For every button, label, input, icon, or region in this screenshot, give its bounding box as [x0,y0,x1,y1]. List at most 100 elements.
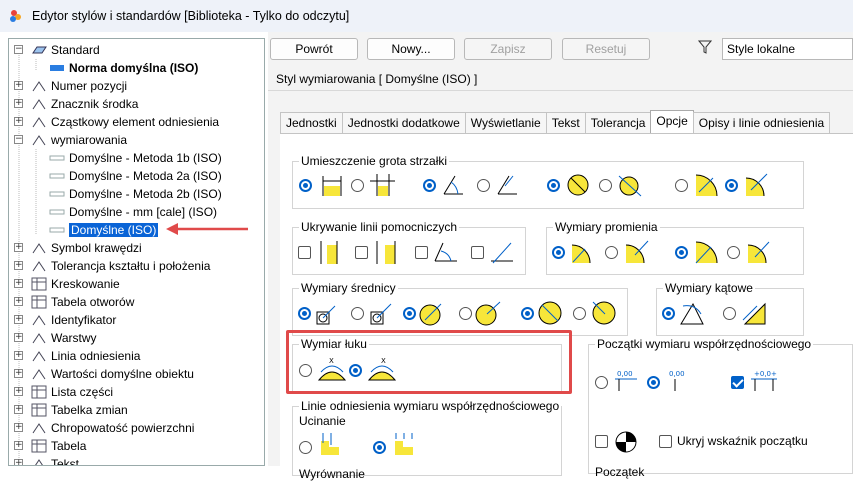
expand-icon[interactable]: + [14,441,23,450]
tab-tolerance[interactable]: Tolerancja [584,112,652,133]
trim-2-radio[interactable] [373,441,386,454]
style-filter-select[interactable]: Style lokalne [722,38,853,60]
tree-item[interactable]: Norma domyślna (ISO) [49,59,198,77]
trim-1-radio[interactable] [299,441,312,454]
tree-item-label: Norma domyślna (ISO) [69,61,199,75]
expand-icon[interactable]: + [14,315,23,324]
diameter-1-radio[interactable] [298,307,311,320]
tree-item[interactable]: + Tabelka zmian [14,401,128,419]
tab-alternate-units[interactable]: Jednostki dodatkowe [341,112,466,133]
expand-icon[interactable]: + [14,99,23,108]
tree-item[interactable]: Domyślne - mm [cale] (ISO) [49,203,217,221]
expand-icon[interactable]: + [14,459,23,465]
new-button[interactable]: Nowy... [367,38,455,60]
style-title: Styl wymiarowania [ Domyślne (ISO) ] [276,72,478,86]
arrow-option-1-radio[interactable] [299,179,312,192]
style-tree[interactable]: − Standard Norma domyślna (ISO) + Numer pozy… [8,38,265,466]
table-icon [31,439,47,453]
ordinate-2-icon: 0,00 [669,370,685,391]
expand-icon[interactable]: + [14,117,23,126]
diameter-3-radio[interactable] [403,307,416,320]
tree-item[interactable]: + Cząstkowy element odniesienia [14,113,219,131]
radius-3-radio[interactable] [675,246,688,259]
identifier-icon [31,313,47,327]
tree-item[interactable]: Domyślne - Metoda 2a (ISO) [49,167,222,185]
radius-group: Wymiary promienia [546,220,804,275]
diameter-5-radio[interactable] [521,307,534,320]
tree-item[interactable]: + Chropowatość powierzchni [14,419,194,437]
expand-icon[interactable]: + [14,279,23,288]
tree-item[interactable]: + Tabela otworów [14,293,134,311]
save-button[interactable]: Zapisz [464,38,552,60]
tab-display[interactable]: Wyświetlanie [464,112,547,133]
tree-item[interactable]: + Identyfikator [14,311,116,329]
angular-2-radio[interactable] [723,307,736,320]
filter-icon[interactable] [698,40,712,54]
ordinate-2-radio[interactable] [647,376,660,389]
radius-1-radio[interactable] [552,246,565,259]
hide-ext-2-checkbox[interactable] [355,246,368,259]
tree-item[interactable]: + Tolerancja kształtu i położenia [14,257,211,275]
radius-2-radio[interactable] [605,246,618,259]
reset-button[interactable]: Resetuj [562,38,650,60]
arrow-option-8-radio[interactable] [725,179,738,192]
tree-item[interactable]: + Warstwy [14,329,97,347]
tree-item[interactable]: + Tabela [14,437,86,455]
back-button[interactable]: Powrót [270,38,358,60]
tab-options[interactable]: Opcje [650,110,694,133]
arrow-option-4-radio[interactable] [477,179,490,192]
expand-icon[interactable]: + [14,243,23,252]
tree-item[interactable]: + Wartości domyślne obiektu [14,365,194,383]
tree-item[interactable]: Domyślne - Metoda 2b (ISO) [49,185,222,203]
arrow-option-3-radio[interactable] [423,179,436,192]
expand-icon[interactable]: + [14,81,23,90]
hide-ext-4-checkbox[interactable] [471,246,484,259]
expand-icon[interactable]: + [14,261,23,270]
arrow-option-2-radio[interactable] [351,179,364,192]
expand-icon[interactable]: + [14,423,23,432]
diameter-4-radio[interactable] [459,307,472,320]
hide-origin-checkbox[interactable] [659,435,672,448]
collapse-icon[interactable]: − [14,135,23,144]
expand-icon[interactable]: + [14,405,23,414]
hide-origin-label: Ukryj wskaźnik początku [677,434,808,448]
dim-style-icon [49,205,65,219]
expand-icon[interactable]: + [14,387,23,396]
tree-item[interactable]: + Lista części [14,383,113,401]
collapse-icon[interactable]: − [14,45,23,54]
tree-item[interactable]: + Tekst [14,455,79,465]
ordinate-3-checkbox[interactable] [731,376,744,389]
expand-icon[interactable]: + [14,369,23,378]
tree-item[interactable]: + Znacznik środka [14,95,138,113]
tree-item[interactable]: + Linia odniesienia [14,347,140,365]
tree-item[interactable]: Domyślne - Metoda 1b (ISO) [49,149,222,167]
expand-icon[interactable]: + [14,297,23,306]
tab-text[interactable]: Tekst [545,112,586,133]
angular-1-radio[interactable] [662,307,675,320]
diameter-6-radio[interactable] [573,307,586,320]
expand-icon[interactable]: + [14,333,23,342]
hide-ext-3-checkbox[interactable] [415,246,428,259]
tree-item-label: Warstwy [51,331,97,345]
tab-units[interactable]: Jednostki [280,112,343,133]
tree-item[interactable]: + Numer pozycji [14,77,127,95]
tree-item-selected[interactable]: Domyślne (ISO) [49,221,159,239]
arrow-option-7-radio[interactable] [675,179,688,192]
hide-ext-1-checkbox[interactable] [298,246,311,259]
origin-checkbox[interactable] [595,435,608,448]
tab-notes-leaders[interactable]: Opisy i linie odniesienia [692,112,831,133]
expand-icon[interactable]: + [14,351,23,360]
tree-item[interactable]: − Standard [14,41,100,59]
tree-item[interactable]: + Symbol krawędzi [14,239,142,257]
tree-item-label: Tolerancja kształtu i położenia [51,259,211,273]
tree-item[interactable]: − wymiarowania [14,131,127,149]
diameter-2-radio[interactable] [351,307,364,320]
arrowhead-group: Umieszczenie grota strzałki [292,154,804,209]
radius-4-radio[interactable] [727,246,740,259]
diameter-in-icon [567,174,589,196]
tree-item-label: Standard [51,43,100,57]
tree-item[interactable]: + Kreskowanie [14,275,120,293]
ordinate-1-radio[interactable] [595,376,608,389]
arrow-option-6-radio[interactable] [599,179,612,192]
arrow-option-5-radio[interactable] [547,179,560,192]
